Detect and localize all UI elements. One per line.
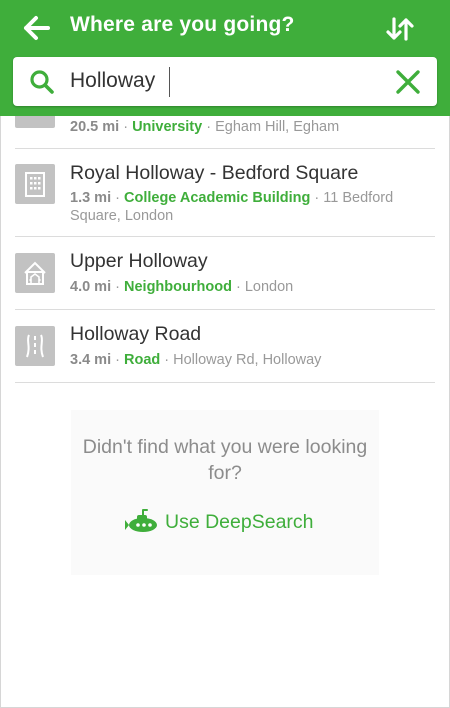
building-icon bbox=[15, 164, 55, 204]
neighbourhood-icon bbox=[15, 253, 55, 293]
result-distance: 20.5 mi bbox=[70, 119, 120, 135]
swap-direction-button[interactable] bbox=[380, 9, 420, 49]
deepsearch-prompt: Didn't find what you were looking for? bbox=[82, 436, 368, 484]
result-category: College Academic Building bbox=[124, 190, 311, 206]
result-address: Egham Hill, Egham bbox=[215, 119, 340, 135]
text-cursor bbox=[169, 67, 170, 97]
result-address: London bbox=[244, 279, 294, 295]
road-icon bbox=[15, 326, 55, 366]
result-meta: 3.4 mi · Road · Holloway Rd, Holloway bbox=[70, 352, 322, 368]
result-meta: 20.5 mi · University · Egham Hill, Egham bbox=[70, 119, 340, 135]
swap-icon bbox=[386, 17, 414, 41]
result-category: University bbox=[132, 119, 203, 135]
result-distance: 4.0 mi bbox=[70, 279, 112, 295]
submarine-icon bbox=[125, 509, 157, 532]
result-distance: 3.4 mi bbox=[70, 352, 112, 368]
result-row-bedford-square[interactable]: Royal Holloway - Bedford Square 1.3 mi ·… bbox=[15, 149, 435, 237]
page-title: Where are you going? bbox=[70, 13, 295, 36]
result-distance: 1.3 mi bbox=[70, 190, 112, 206]
back-button[interactable] bbox=[16, 8, 56, 48]
result-meta: 1.3 mi · College Academic Building · 11 … bbox=[70, 190, 394, 224]
result-title: Royal Holloway - Bedford Square bbox=[70, 162, 359, 184]
deepsearch-panel: Didn't find what you were looking for? U… bbox=[71, 410, 379, 575]
app-header: Where are you going? bbox=[0, 0, 450, 116]
search-input[interactable] bbox=[70, 66, 370, 96]
result-row-holloway-road[interactable]: Holloway Road 3.4 mi · Road · Holloway R… bbox=[15, 310, 435, 383]
back-arrow-icon bbox=[24, 16, 50, 40]
result-title: Upper Holloway bbox=[70, 250, 208, 272]
deepsearch-button[interactable]: Use DeepSearch bbox=[123, 507, 314, 537]
result-row-upper-holloway[interactable]: Upper Holloway 4.0 mi · Neighbourhood · … bbox=[15, 237, 435, 310]
result-meta: 4.0 mi · Neighbourhood · London bbox=[70, 279, 294, 295]
result-title: Holloway Road bbox=[70, 323, 202, 345]
search-icon bbox=[30, 70, 54, 94]
clear-search-icon[interactable] bbox=[393, 67, 423, 97]
search-box[interactable] bbox=[13, 57, 437, 106]
result-category: Neighbourhood bbox=[124, 279, 232, 295]
result-address: Holloway Rd, Holloway bbox=[173, 352, 322, 368]
result-category: Road bbox=[124, 352, 161, 368]
deepsearch-label: Use DeepSearch bbox=[165, 510, 314, 533]
